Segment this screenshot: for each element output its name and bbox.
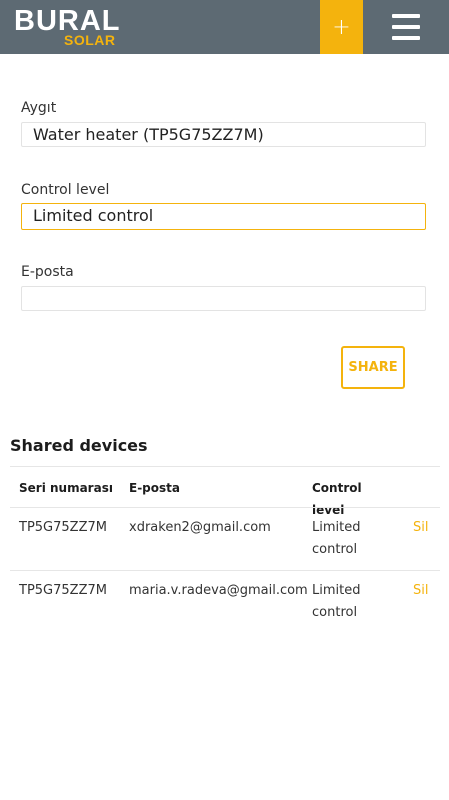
plus-icon: +: [332, 14, 351, 40]
delete-share-link[interactable]: Sil: [413, 517, 443, 539]
table-row: TP5G75ZZ7M xdraken2@gmail.com Limited co…: [10, 507, 440, 570]
menu-bar: [392, 14, 420, 18]
table-row: TP5G75ZZ7M maria.v.radeva@gmail.com Limi…: [10, 570, 440, 633]
row-serial: TP5G75ZZ7M: [19, 520, 107, 535]
column-header-email: E-posta: [129, 481, 180, 495]
column-header-serial: Seri numarası: [19, 481, 113, 495]
row-serial: TP5G75ZZ7M: [19, 583, 107, 598]
row-control-level: Limited control: [312, 583, 361, 620]
shared-devices-table: Seri numarası E-posta Control level TP5G…: [10, 466, 440, 633]
device-select[interactable]: Water heater (TP5G75ZZ7M): [21, 122, 426, 147]
delete-share-link[interactable]: Sil: [413, 580, 443, 602]
add-device-button[interactable]: +: [320, 0, 363, 54]
row-email: xdraken2@gmail.com: [129, 520, 271, 535]
app-header: BURAL SOLAR +: [0, 0, 449, 54]
shared-devices-title: Shared devices: [10, 436, 148, 455]
device-label: Aygıt: [21, 100, 57, 116]
menu-bar: [392, 25, 420, 29]
row-email: maria.v.radeva@gmail.com: [129, 583, 308, 598]
row-control-level: Limited control: [312, 520, 361, 557]
email-field[interactable]: [21, 286, 426, 311]
email-label: E-posta: [21, 264, 74, 280]
table-header-row: Seri numarası E-posta Control level: [10, 466, 440, 517]
logo-text-sub: SOLAR: [64, 32, 116, 48]
hamburger-menu-icon[interactable]: [388, 12, 424, 42]
control-level-label: Control level: [21, 182, 110, 198]
share-button[interactable]: SHARE: [341, 346, 405, 389]
control-level-select[interactable]: Limited control: [21, 203, 426, 230]
bural-solar-logo[interactable]: BURAL SOLAR: [14, 6, 132, 48]
menu-bar: [392, 36, 420, 40]
